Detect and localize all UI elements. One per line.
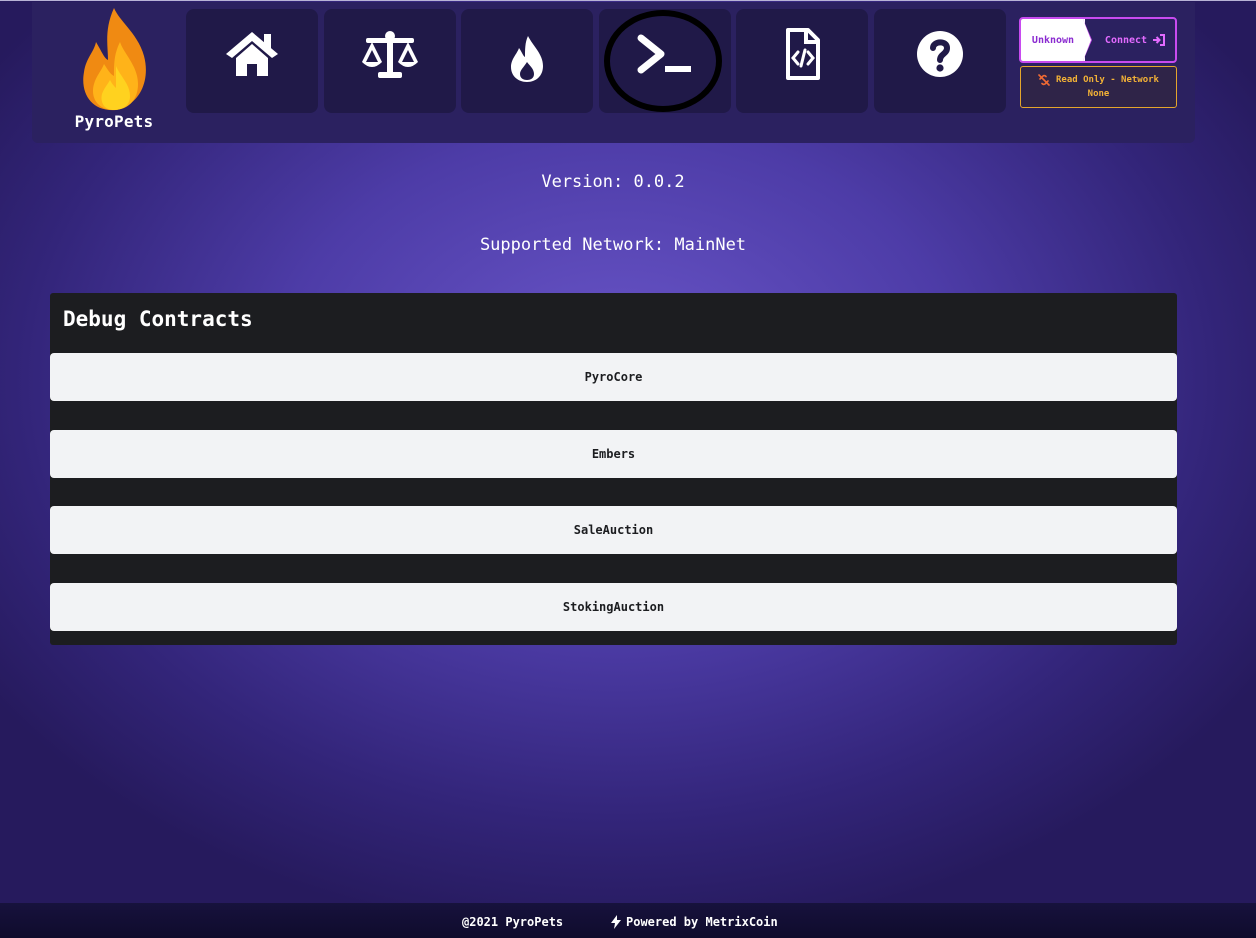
- wallet-arrow: [1083, 19, 1091, 61]
- connect-label: Connect: [1104, 34, 1148, 46]
- nav-fire-button[interactable]: [461, 9, 593, 113]
- nav-contract-docs-button[interactable]: [736, 9, 868, 113]
- top-border: [0, 0, 1256, 1]
- contract-embers-button[interactable]: Embers: [50, 430, 1177, 478]
- contract-saleauction-button[interactable]: SaleAuction: [50, 506, 1177, 554]
- unlink-icon: [1038, 74, 1050, 86]
- fire-icon: [511, 36, 543, 82]
- sign-in-icon: [1153, 34, 1166, 46]
- network-status-line2: None: [1087, 89, 1110, 99]
- scales-icon: [362, 31, 418, 78]
- flame-logo-icon: [83, 8, 146, 111]
- nav-scales-button[interactable]: [324, 9, 456, 113]
- contract-pyrocore-button[interactable]: PyroCore: [50, 353, 1177, 401]
- nav-home-button[interactable]: [186, 9, 318, 113]
- powered-by-link[interactable]: Powered by MetrixCoin: [611, 915, 778, 929]
- question-icon: [917, 31, 963, 77]
- contract-stokingauction-button[interactable]: StokingAuction: [50, 583, 1177, 631]
- supported-network-text: Supported Network: MainNet: [479, 235, 747, 255]
- panel-title: Debug Contracts: [63, 307, 253, 331]
- brand-name: PyroPets: [74, 112, 154, 131]
- footer: @2021 PyroPets Powered by MetrixCoin: [0, 903, 1256, 938]
- nav-help-button[interactable]: [874, 9, 1006, 113]
- debug-contracts-panel: Debug Contracts PyroCore Embers SaleAuct…: [50, 293, 1177, 645]
- powered-by-text: Powered by MetrixCoin: [626, 915, 778, 929]
- terminal-icon: [637, 34, 691, 74]
- version-text: Version: 0.0.2: [541, 172, 685, 192]
- file-code-icon: [786, 28, 820, 80]
- bolt-icon: [611, 915, 621, 929]
- home-icon: [226, 32, 278, 76]
- connect-button[interactable]: Connect: [1093, 19, 1175, 61]
- brand[interactable]: PyroPets: [32, 2, 196, 143]
- nav-debug-button[interactable]: [599, 9, 731, 113]
- wallet-status: Unknown: [1021, 19, 1085, 61]
- wallet-widget: Unknown Connect: [1019, 17, 1177, 63]
- network-status-badge: Read Only - Network None: [1020, 66, 1177, 108]
- network-status-line1: Read Only - Network: [1056, 75, 1159, 85]
- copyright-text: @2021 PyroPets: [462, 915, 564, 929]
